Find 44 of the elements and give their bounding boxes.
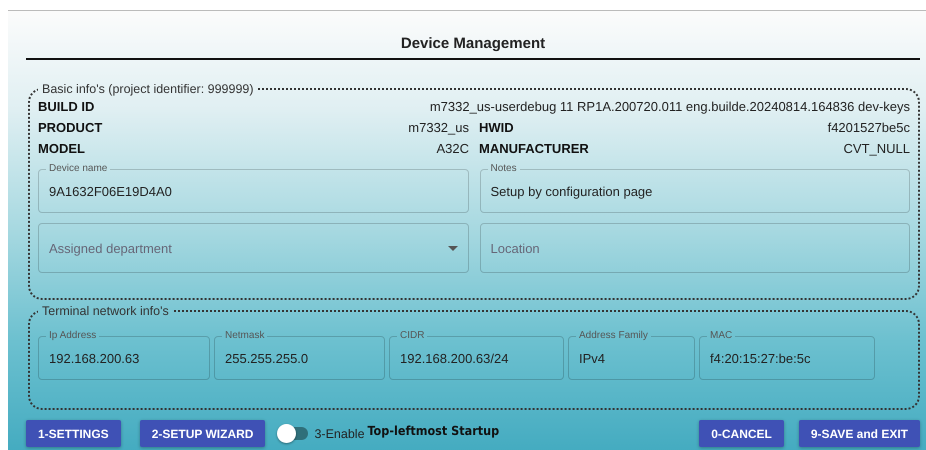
field-label: Ip Address (48, 330, 98, 342)
field-value: 9A1632F06E19D4A0 (49, 184, 172, 199)
input-field[interactable]: MAC f4:20:15:27:be:5c (699, 330, 875, 380)
field-placeholder: Location (490, 240, 540, 256)
toggle-label: 3-Enable (314, 426, 365, 440)
section-legend: Terminal network info's (38, 304, 173, 318)
info-label: BUILD ID (38, 99, 94, 114)
info-value: m7332_us-userdebug 11 RP1A.200720.011 eng.builde.20240814.164836 dev-keys (430, 99, 910, 114)
field-label: Netmask (224, 330, 266, 342)
section-legend: Basic info's (project identifier: 999999) (38, 82, 258, 96)
dropdown-caret-icon (448, 246, 458, 250)
info-value: CVT_NULL (844, 141, 910, 156)
info-value: A32C (436, 141, 469, 156)
info-value: f4201527be5c (828, 120, 910, 135)
action-button[interactable]: 1-SETTINGS (26, 420, 121, 447)
input-field[interactable]: Address Family IPv4 (568, 330, 695, 380)
field-value: Setup by configuration page (490, 184, 652, 199)
info-label: MODEL (38, 141, 85, 156)
info-label: MANUFACTURER (479, 141, 589, 156)
field-label: CIDR (399, 330, 426, 342)
field-value: 255.255.255.0 (225, 351, 308, 366)
field-value: IPv4 (579, 351, 606, 366)
field-label: Address Family (578, 330, 649, 342)
action-button[interactable]: 2-SETUP WIZARD (140, 420, 266, 447)
action-button[interactable]: 0-CANCEL (699, 420, 784, 447)
field-label: Device name (48, 163, 108, 175)
field-label: MAC (709, 330, 734, 342)
field-label: Notes (490, 163, 518, 175)
field-placeholder: Assigned department (49, 240, 172, 256)
page-title: Device Management (26, 35, 920, 60)
input-field[interactable]: Device name 9A1632F06E19D4A0 (38, 163, 468, 213)
action-button[interactable]: 9-SAVE and EXIT (798, 420, 920, 447)
field-value: f4:20:15:27:be:5c (710, 351, 810, 366)
info-label: HWID (479, 120, 514, 135)
info-value: m7332_us (408, 120, 469, 135)
info-label: PRODUCT (38, 120, 102, 135)
field-value: 192.168.200.63/24 (400, 351, 508, 366)
input-field[interactable]: Ip Address 192.168.200.63 (38, 330, 210, 380)
toggle-switch[interactable] (278, 427, 308, 440)
input-field[interactable]: Netmask 255.255.255.0 (214, 330, 385, 380)
field-value: 192.168.200.63 (49, 351, 140, 366)
input-field[interactable]: Notes Setup by configuration page (480, 163, 910, 213)
input-field[interactable]: CIDR 192.168.200.63/24 (389, 330, 564, 380)
toggle-label-extra: Top-leftmost Startup (368, 423, 500, 438)
